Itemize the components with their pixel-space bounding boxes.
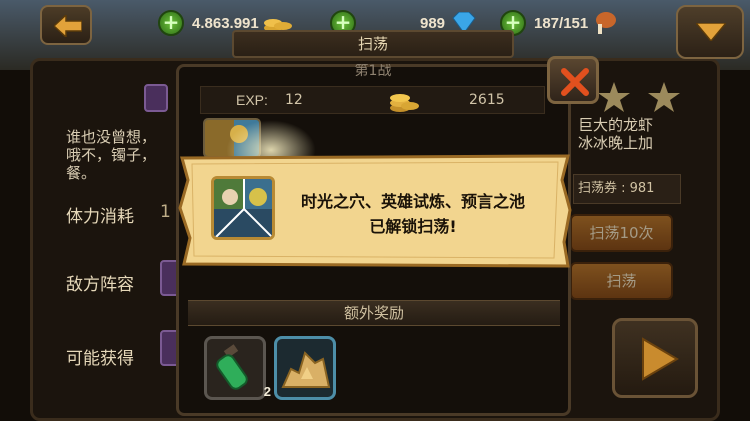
chevron-down-icon — [696, 23, 726, 41]
exp-label: EXP: — [236, 92, 268, 108]
reward-item-green-potion[interactable]: 2 — [204, 336, 271, 400]
star-icon — [598, 82, 630, 112]
drumstick-icon — [596, 12, 617, 34]
possible-drops-label: 可能获得 — [66, 349, 134, 369]
star-icon — [648, 82, 680, 112]
play-icon — [642, 337, 679, 381]
reward-item-gold-ore[interactable] — [274, 336, 336, 400]
stamina-cost-label: 体力消耗 — [66, 207, 134, 227]
stamina-cost-value: 1 — [160, 202, 171, 222]
stamina-resource: + 187/151 — [500, 9, 618, 37]
stamina-value: 187/151 — [534, 14, 589, 32]
unlock-message-line1: 时光之穴、英雄试炼、预言之池 — [300, 192, 525, 211]
sweep-10-button[interactable]: 扫荡10次 — [570, 214, 673, 252]
menu-button[interactable] — [676, 5, 744, 59]
close-button[interactable] — [547, 56, 599, 104]
potion-icon — [216, 344, 248, 390]
story-text-right-1: 巨大的龙虾 — [578, 116, 654, 134]
sweep-button[interactable]: 扫荡 — [570, 262, 673, 300]
close-icon — [561, 68, 589, 96]
sweep-ticket-count: 扫荡券 : 981 — [573, 174, 681, 204]
page-title: 扫荡 — [232, 30, 514, 58]
unlock-message-line2: 已解锁扫荡! — [369, 217, 457, 236]
story-text-1: 谁也没曾想， — [66, 128, 157, 146]
gem-value: 989 — [420, 14, 446, 32]
gold-ore-icon — [281, 351, 331, 388]
gold-coins-icon — [390, 94, 419, 112]
battle-number-header: 第1战 — [354, 64, 392, 79]
enemy-lineup-label: 敌方阵容 — [66, 275, 134, 295]
add-gold-button[interactable]: + — [158, 10, 184, 36]
story-text-3: 餐。 — [66, 164, 97, 182]
gold-value: 4.863.991 — [192, 14, 259, 32]
back-arrow-icon — [54, 15, 82, 37]
reward-count: 2 — [263, 384, 271, 399]
exp-value: 12 — [285, 92, 303, 108]
story-text-2: 哦不，镯子， — [66, 146, 157, 164]
back-button[interactable] — [40, 5, 92, 45]
story-text-right-2: 冰冰晚上加 — [578, 134, 654, 152]
extra-rewards-header: 额外奖励 — [188, 300, 560, 326]
battle-play-button[interactable] — [612, 318, 698, 398]
stage-stars — [598, 82, 680, 112]
gold-reward-value: 2615 — [469, 92, 505, 108]
stage-badge — [144, 84, 168, 112]
unlocked-modes-icon — [211, 176, 275, 240]
